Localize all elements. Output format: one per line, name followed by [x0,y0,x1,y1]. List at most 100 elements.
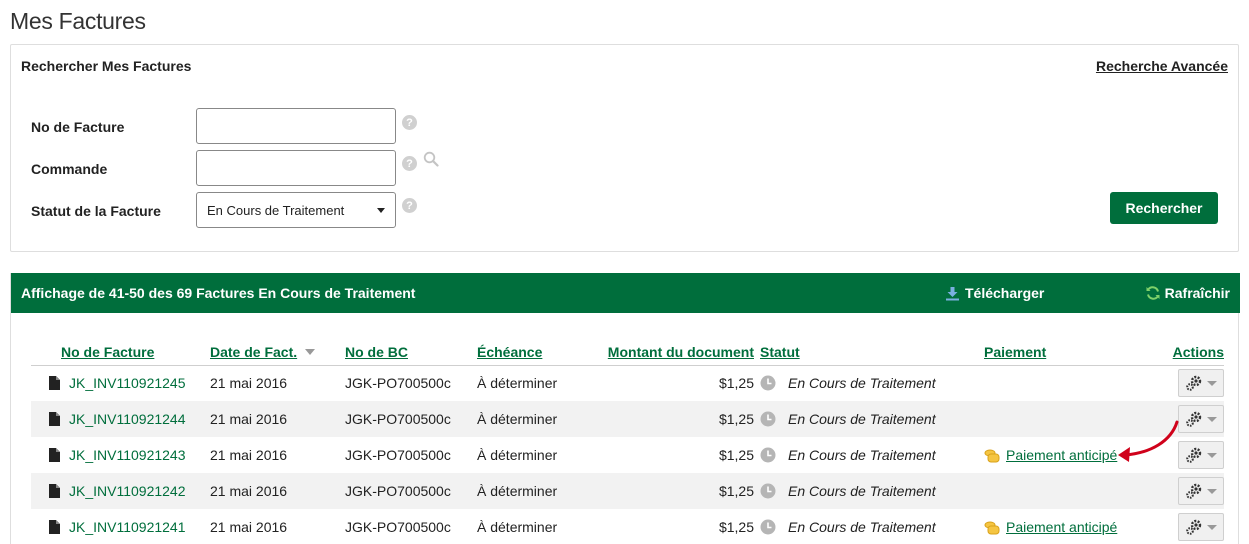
refresh-label: Rafraîchir [1164,285,1230,301]
table-header-row: No de Facture Date de Fact. No de BC Éch… [31,338,1224,366]
invoice-no-link[interactable]: JK_INV110921243 [69,447,186,463]
chevron-down-icon [1207,416,1217,422]
sort-desc-icon [305,348,316,355]
col-due[interactable]: Échéance [477,338,606,366]
document-icon [49,376,60,391]
gear-icon [1186,447,1202,463]
payment-cell: Paiement anticipé [975,509,1150,544]
invoice-no-link[interactable]: JK_INV110921241 [69,519,186,535]
gear-icon [1186,376,1202,392]
invoice-no-help-icon[interactable]: ? [402,115,417,130]
order-input[interactable] [196,150,396,186]
amount-cell: $1,25 [718,375,754,392]
po-no-cell: JGK-PO700500c [345,473,477,509]
row-actions-button[interactable] [1178,477,1224,505]
early-payment-link[interactable]: Paiement anticipé [1006,447,1117,463]
row-actions-button[interactable] [1178,369,1224,398]
coins-icon [984,449,1000,463]
refresh-icon [1146,286,1160,300]
due-cell: À déterminer [477,473,606,509]
status-text: En Cours de Traitement [788,411,936,427]
advanced-search-link[interactable]: Recherche Avancée [1096,58,1228,74]
col-invoice-no[interactable]: No de Facture [31,338,210,366]
status-cell: En Cours de Traitement [760,365,975,401]
chevron-down-icon [1207,524,1217,530]
po-no-cell: JGK-PO700500c [345,519,451,535]
invoice-no-link[interactable]: JK_INV110921242 [69,483,186,499]
page-title: Mes Factures [10,8,146,34]
col-date[interactable]: Date de Fact. [210,338,345,366]
coins-icon [984,521,1000,535]
document-icon [49,448,60,462]
clock-icon [760,375,776,391]
amount-cell: $1,25 [718,447,754,463]
invoice-no-input[interactable] [196,108,396,144]
table-row: JK_INV110921242 21 mai 2016 JGK-PO700500c À… [31,473,1224,509]
status-select-value: En Cours de Traitement [207,202,345,218]
status-label: Statut de la Facture [31,203,161,219]
table-row: JK_INV110921244 21 mai 2016 JGK-PO700500c À… [31,401,1224,437]
invoice-no-link[interactable]: JK_INV110921244 [69,411,186,427]
due-cell: À déterminer [477,375,558,392]
order-lookup-search-icon[interactable] [423,151,439,167]
status-text: En Cours de Traitement [788,375,936,392]
col-date-label: Date de Fact. [210,343,298,360]
date-cell: 21 mai 2016 [210,519,288,535]
invoices-table: No de Facture Date de Fact. No de BC Éch… [31,338,1224,544]
invoice-no-link[interactable]: JK_INV110921245 [69,375,186,391]
search-panel: Rechercher Mes Factures Recherche Avancé… [10,44,1239,252]
status-text: En Cours de Traitement [788,447,936,463]
order-help-icon[interactable]: ? [402,156,417,171]
invoice-no-cell: JK_INV110921245 [31,365,210,401]
date-cell: 21 mai 2016 [210,447,288,463]
status-help-icon[interactable]: ? [402,198,417,213]
date-cell: 21 mai 2016 [210,473,345,509]
document-icon [49,520,60,534]
table-row: JK_INV110921245 21 mai 2016 JGK-PO700500c À… [31,365,1224,401]
chevron-down-icon [1207,452,1217,458]
table-row: JK_INV110921243 21 mai 2016 JGK-PO700500c À… [31,437,1224,473]
status-cell: En Cours de Traitement [760,437,975,473]
early-payment-link[interactable]: Paiement anticipé [1006,519,1117,535]
download-icon [946,286,959,300]
po-no-cell: JGK-PO700500c [345,401,477,437]
due-cell: À déterminer [477,519,558,535]
row-actions-button[interactable] [1178,513,1224,541]
col-payment[interactable]: Paiement [975,338,1150,366]
clock-icon [760,483,776,499]
col-amount[interactable]: Montant du document [606,338,760,366]
chevron-down-icon [1207,380,1217,386]
search-panel-title: Rechercher Mes Factures [21,58,192,74]
col-actions[interactable]: Actions [1150,338,1224,366]
download-button[interactable]: Télécharger [945,285,1044,301]
status-select[interactable]: En Cours de Traitement [196,192,396,228]
clock-icon [760,411,776,427]
invoice-no-label: No de Facture [31,119,125,135]
col-status[interactable]: Statut [760,338,975,366]
due-cell: À déterminer [477,447,558,463]
col-po-no[interactable]: No de BC [345,338,477,366]
chevron-down-icon [377,207,385,213]
clock-icon [760,447,776,463]
document-icon [49,484,60,498]
actions-cell [1150,509,1224,544]
invoice-no-cell: JK_INV110921242 [31,473,210,509]
invoice-no-cell: JK_INV110921241 [31,509,210,544]
results-header: Affichage de 41-50 des 69 Factures En Co… [11,273,1240,313]
refresh-button[interactable]: Rafraîchir [1145,285,1230,301]
status-text: En Cours de Traitement [788,519,936,535]
amount-cell: $1,25 [606,401,760,437]
amount-cell: $1,25 [606,473,760,509]
invoice-no-cell: JK_INV110921243 [31,437,210,473]
invoice-no-cell: JK_INV110921244 [31,401,210,437]
po-no-cell: JGK-PO700500c [345,447,451,463]
date-cell: 21 mai 2016 [210,375,288,392]
search-button[interactable]: Rechercher [1110,192,1218,224]
due-cell: À déterminer [477,401,606,437]
gear-icon [1186,519,1202,535]
download-label: Télécharger [965,285,1045,301]
status-text: En Cours de Traitement [788,483,936,499]
date-cell: 21 mai 2016 [210,401,345,437]
annotation-arrow-icon [1118,420,1179,462]
status-cell: En Cours de Traitement [760,401,975,437]
